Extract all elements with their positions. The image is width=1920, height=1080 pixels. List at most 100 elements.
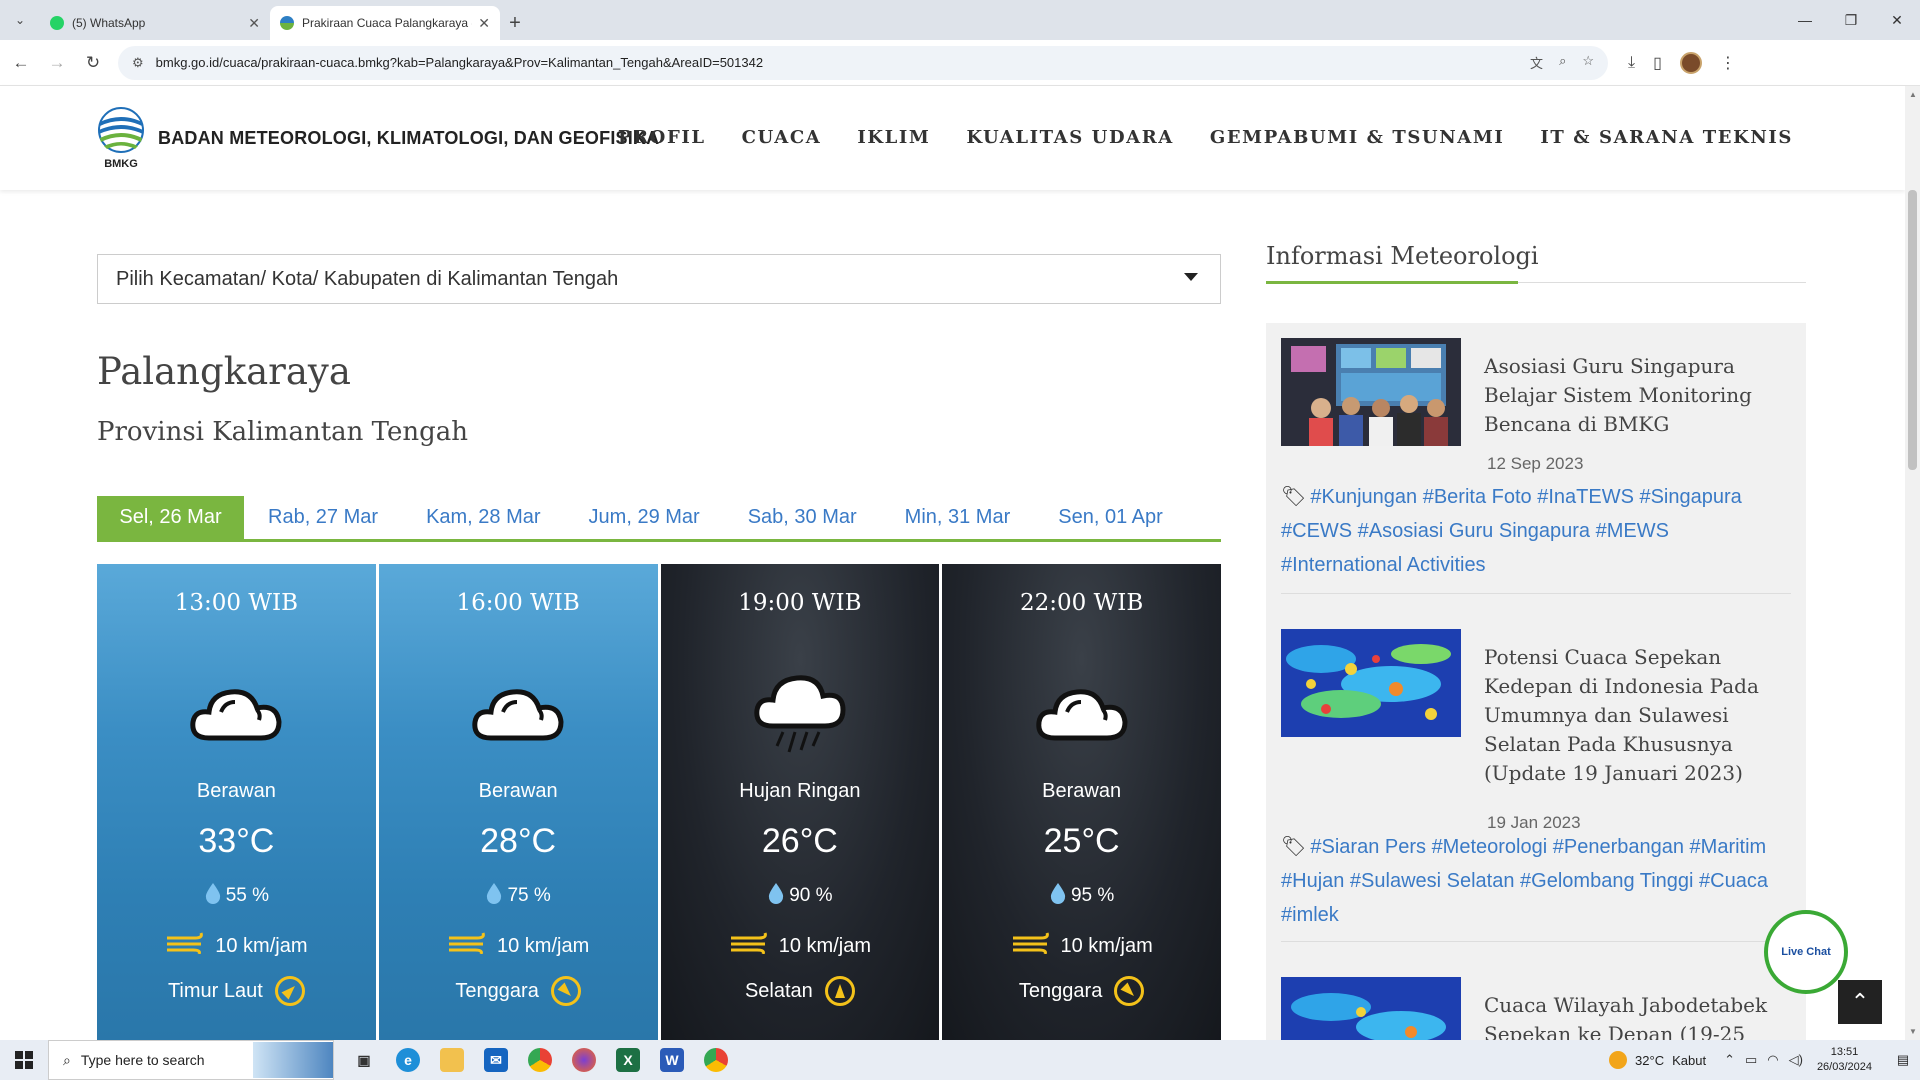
tab-label: Prakiraan Cuaca Palangkaraya - — [302, 16, 473, 30]
menu-kebab-icon[interactable]: ⋮ — [1720, 53, 1736, 73]
live-chat-button[interactable]: Live Chat — [1764, 910, 1848, 994]
forecast-time: 16:00 WIB — [456, 590, 580, 616]
day-tab[interactable]: Min, 31 Mar — [881, 496, 1035, 539]
forecast-card[interactable]: 16:00 WIB Berawan 28°C 75 % 10 km/jam Tenggar… — [378, 564, 658, 1040]
close-icon[interactable]: ✕ — [248, 15, 260, 32]
forecast-card[interactable]: 19:00 WIB Hujan Ringan 26°C 90 % 10 km/jam Se… — [660, 564, 940, 1040]
news-tags-text[interactable]: #Kunjungan #Berita Foto #InaTEWS #Singap… — [1281, 486, 1742, 576]
news-tags[interactable]: 🏷 #Kunjungan #Berita Foto #InaTEWS #Singa… — [1281, 480, 1791, 582]
clock-date: 26/03/2024 — [1816, 1061, 1872, 1073]
windows-start-icon[interactable] — [0, 1040, 48, 1080]
profile-avatar[interactable] — [1679, 51, 1702, 74]
news-title[interactable]: Potensi Cuaca Sepekan Kedepan di Indones… — [1484, 643, 1784, 788]
cloud-icon — [1035, 689, 1128, 741]
news-title[interactable]: Cuaca Wilayah Jabodetabek Sepekan ke Dep… — [1484, 991, 1784, 1040]
zoom-icon[interactable]: ⌕ — [1559, 53, 1566, 72]
task-view-icon[interactable]: ▣ — [352, 1048, 376, 1072]
wind-compass-icon — [1114, 976, 1145, 1006]
nav-profil[interactable]: PROFIL — [618, 127, 706, 148]
news-thumbnail[interactable] — [1281, 977, 1461, 1040]
site-info-icon[interactable]: ⚙ — [132, 55, 144, 71]
chrome-icon[interactable] — [528, 1048, 552, 1072]
news-thumbnail[interactable] — [1281, 629, 1461, 737]
file-explorer-icon[interactable] — [440, 1048, 464, 1072]
reload-button[interactable]: ↻ — [78, 48, 108, 78]
day-tabs: Sel, 26 Mar Rab, 27 Mar Kam, 28 Mar Jum,… — [97, 496, 1221, 542]
forward-button[interactable]: → — [42, 48, 72, 78]
side-panel-icon[interactable]: ▯ — [1653, 53, 1662, 73]
new-tab-button[interactable]: + — [500, 6, 530, 40]
cloud-icon — [190, 689, 282, 741]
restore-icon[interactable]: ❐ — [1828, 0, 1874, 40]
back-to-top-button[interactable]: ⌃ — [1838, 980, 1882, 1024]
tab-search-chevron-icon[interactable]: ⌄ — [0, 0, 40, 40]
chevron-up-icon[interactable]: ⌃ — [1724, 1052, 1735, 1068]
location-select[interactable]: Pilih Kecamatan/ Kota/ Kabupaten di Kali… — [97, 254, 1221, 304]
clock-time: 13:51 — [1830, 1046, 1859, 1058]
close-window-icon[interactable]: ✕ — [1874, 0, 1920, 40]
edge-icon[interactable]: e — [396, 1048, 420, 1072]
wind-compass-icon — [824, 976, 855, 1006]
news-tags-text[interactable]: #Siaran Pers #Meteorologi #Penerbangan #… — [1281, 836, 1768, 926]
close-icon[interactable]: ✕ — [478, 15, 490, 32]
nav-kualitas-udara[interactable]: KUALITAS UDARA — [966, 127, 1173, 148]
day-tab[interactable]: Kam, 28 Mar — [402, 496, 564, 539]
cloud-icon — [472, 689, 564, 741]
forecast-wind-speed: 10 km/jam — [215, 934, 308, 957]
url-text[interactable]: bmkg.go.id/cuaca/prakiraan-cuaca.bmkg?ka… — [156, 55, 1530, 70]
chrome-profile-icon[interactable] — [704, 1048, 728, 1072]
bookmark-star-icon[interactable]: ☆ — [1582, 53, 1594, 72]
taskbar-search[interactable]: ⌕ Type here to search — [48, 1040, 334, 1080]
nav-cuaca[interactable]: CUACA — [742, 127, 822, 148]
mail-icon[interactable]: ✉ — [484, 1048, 508, 1072]
news-thumbnail[interactable] — [1281, 338, 1461, 446]
page-scrollbar[interactable]: ▲ ▼ — [1905, 86, 1920, 1040]
wind-compass-icon — [550, 976, 581, 1006]
org-name[interactable]: BADAN METEOROLOGI, KLIMATOLOGI, DAN GEOF… — [158, 128, 659, 149]
day-tab[interactable]: Jum, 29 Mar — [565, 496, 724, 539]
scrollbar-thumb[interactable] — [1908, 190, 1917, 470]
translate-icon[interactable]: 文 — [1530, 53, 1543, 72]
news-item[interactable]: Cuaca Wilayah Jabodetabek Sepekan ke Dep… — [1281, 977, 1791, 1040]
forecast-card[interactable]: 22:00 WIB Berawan 25°C 95 % 10 km/jam Tenggar… — [942, 564, 1221, 1040]
scroll-down-icon[interactable]: ▼ — [1909, 1027, 1917, 1036]
day-tab[interactable]: Sab, 30 Mar — [724, 496, 881, 539]
wifi-icon[interactable]: ◠ — [1767, 1052, 1778, 1068]
system-tray: 32°C Kabut ⌃ ▭ ◠ ◁) 13:51 26/03/2024 ▤ — [1609, 1040, 1920, 1080]
excel-icon[interactable]: X — [616, 1048, 640, 1072]
scroll-up-icon[interactable]: ▲ — [1909, 90, 1917, 99]
battery-icon[interactable]: ▭ — [1745, 1052, 1757, 1068]
news-title[interactable]: Asosiasi Guru Singapura Belajar Sistem M… — [1484, 352, 1784, 439]
back-button[interactable]: ← — [6, 48, 36, 78]
day-tab[interactable]: Sen, 01 Apr — [1034, 496, 1187, 539]
weather-widget[interactable]: 32°C Kabut — [1609, 1051, 1706, 1069]
weather-desc: Kabut — [1672, 1052, 1707, 1068]
search-placeholder: Type here to search — [80, 1052, 205, 1068]
nav-it-sarana-teknis[interactable]: IT & SARANA TEKNIS — [1540, 127, 1793, 148]
forecast-card[interactable]: 13:00 WIB Berawan 33°C 55 % 10 km/jam Timur L… — [97, 564, 376, 1040]
omnibox[interactable]: ⚙ bmkg.go.id/cuaca/prakiraan-cuaca.bmkg?… — [118, 45, 1608, 80]
svg-text:BMKG: BMKG — [104, 158, 138, 170]
word-icon[interactable]: W — [660, 1048, 684, 1072]
minimize-icon[interactable]: — — [1782, 0, 1828, 40]
nav-iklim[interactable]: IKLIM — [857, 127, 930, 148]
news-item[interactable]: Potensi Cuaca Sepekan Kedepan di Indones… — [1281, 629, 1791, 832]
day-tab[interactable]: Rab, 27 Mar — [244, 496, 402, 539]
tab-bmkg[interactable]: Prakiraan Cuaca Palangkaraya - ✕ — [270, 6, 500, 40]
download-icon[interactable]: ⤓ — [1628, 54, 1635, 72]
clock[interactable]: 13:51 26/03/2024 — [1817, 1045, 1872, 1075]
tab-whatsapp[interactable]: (5) WhatsApp ✕ — [40, 6, 270, 40]
caret-down-icon — [1184, 273, 1198, 281]
news-tags[interactable]: 🏷 #Siaran Pers #Meteorologi #Penerbangan … — [1281, 830, 1791, 932]
wind-compass-icon — [274, 976, 305, 1006]
news-item[interactable]: Asosiasi Guru Singapura Belajar Sistem M… — [1281, 338, 1791, 473]
notification-icon[interactable]: ▤ — [1886, 1052, 1920, 1068]
nav-gempabumi-tsunami[interactable]: GEMPABUMI & TSUNAMI — [1210, 127, 1505, 148]
windows-taskbar: ⌕ Type here to search ▣ e ✉ X W 32°C Kab… — [0, 1040, 1920, 1080]
sun-icon — [1609, 1051, 1628, 1069]
sidebar-title-underline — [1266, 281, 1518, 284]
day-tab[interactable]: Sel, 26 Mar — [97, 496, 244, 539]
bmkg-logo-icon[interactable]: BMKG — [97, 106, 145, 170]
volume-icon[interactable]: ◁) — [1789, 1052, 1803, 1068]
firefox-icon[interactable] — [572, 1048, 596, 1072]
